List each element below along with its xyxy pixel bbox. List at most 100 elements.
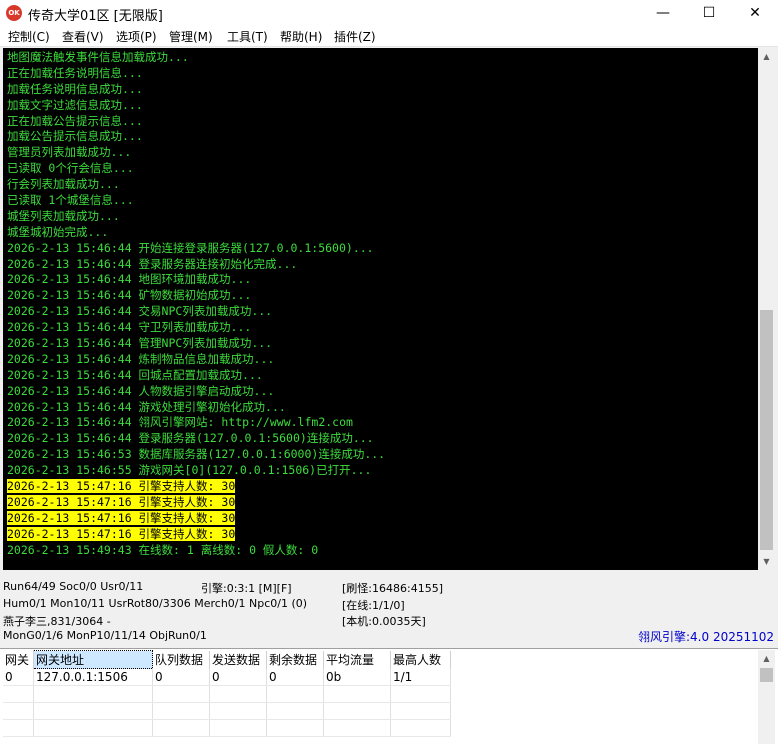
- log-line-text: 地图魔法触发事件信息加载成功...: [7, 50, 189, 64]
- log-line-text: 行会列表加载成功...: [7, 177, 120, 192]
- log-line-text: 2026-2-13 15:49:43 在线数: 1 离线数: 0 假人数: 0: [7, 542, 319, 557]
- col-gateway-address[interactable]: 网关地址: [33, 650, 153, 669]
- log-line: 2026-2-13 15:46:44 开始连接登录服务器(127.0.0.1:5…: [7, 241, 758, 257]
- log-line: 正在加载任务说明信息...: [7, 66, 758, 82]
- minimize-button[interactable]: —: [640, 0, 686, 26]
- status-mong: MonG0/1/6 MonP10/11/14 ObjRun0/1: [3, 629, 207, 642]
- table-row[interactable]: 0 127.0.0.1:1506 0 0 0 0b 1/1: [3, 668, 451, 686]
- status-monster: [刷怪:16486:4155]: [342, 582, 443, 595]
- menu-options[interactable]: 选项(P): [116, 28, 157, 45]
- status-player: 燕子李三,831/3064 -: [3, 615, 111, 628]
- cell-max-users: 1/1: [390, 668, 451, 686]
- log-line-text: 加载文字过滤信息成功...: [7, 97, 143, 112]
- window-title: 传奇大学01区 [无限版]: [28, 9, 163, 24]
- scroll-up-icon[interactable]: ▲: [758, 48, 775, 65]
- col-gateway[interactable]: 网关: [3, 650, 34, 669]
- gateway-table: 网关 网关地址 队列数据 发送数据 剩余数据 平均流量 最高人数 0 127.0…: [3, 650, 451, 737]
- status-run: Run64/49 Soc0/0 Usr0/11: [3, 580, 144, 593]
- menu-bar: 控制(C) 查看(V) 选项(P) 管理(M) 工具(T) 帮助(H) 插件(Z…: [0, 26, 778, 47]
- cell-traffic: 0b: [323, 668, 391, 686]
- log-line: 加载文字过滤信息成功...: [7, 98, 758, 114]
- log-line: 2026-2-13 15:46:44 登录服务器连接初始化完成...: [7, 257, 758, 273]
- log-line-text: 城堡列表加载成功...: [7, 208, 120, 223]
- log-line: 2026-2-13 15:46:55 游戏网关[0](127.0.0.1:150…: [7, 463, 758, 479]
- log-line-text: 2026-2-13 15:47:16 引擎支持人数: 30: [7, 494, 236, 509]
- status-panel: Run64/49 Soc0/0 Usr0/11 引擎:0:3:1 [M][F] …: [0, 574, 778, 646]
- log-line-text: 加载公告提示信息成功...: [7, 129, 143, 144]
- log-line-text: 2026-2-13 15:46:44 回城点配置加载成功...: [7, 367, 263, 382]
- scroll-up-icon[interactable]: ▲: [758, 650, 775, 667]
- log-line: 2026-2-13 15:46:44 翎风引擎网站: http://www.lf…: [7, 415, 758, 431]
- scroll-thumb[interactable]: [760, 310, 773, 550]
- log-line: 加载公告提示信息成功...: [7, 129, 758, 145]
- col-max-users[interactable]: 最高人数: [390, 650, 451, 669]
- table-row-empty: [3, 702, 451, 720]
- status-hum: Hum0/1 Mon10/11 UsrRot80/3306 Merch0/1 N…: [3, 597, 308, 610]
- table-row-empty: [3, 719, 451, 737]
- log-line-text: 2026-2-13 15:46:44 登录服务器连接初始化完成...: [7, 256, 298, 271]
- log-line-text: 2026-2-13 15:47:16 引擎支持人数: 30: [7, 479, 236, 494]
- log-line: 2026-2-13 15:46:44 地图环境加载成功...: [7, 272, 758, 288]
- menu-control[interactable]: 控制(C): [8, 28, 50, 45]
- maximize-button[interactable]: ☐: [686, 0, 732, 26]
- gateway-list[interactable]: 网关 网关地址 队列数据 发送数据 剩余数据 平均流量 最高人数 0 127.0…: [0, 648, 778, 745]
- cell-address: 127.0.0.1:1506: [33, 668, 153, 686]
- menu-manage[interactable]: 管理(M): [169, 28, 213, 45]
- log-line-text: 2026-2-13 15:46:44 翎风引擎网站: http://www.lf…: [7, 415, 353, 430]
- log-line-text: 2026-2-13 15:46:44 炼制物品信息加载成功...: [7, 351, 275, 366]
- log-console[interactable]: 地图魔法触发事件信息加载成功... 正在加载任务说明信息... 加载任务说明信息成功…: [3, 48, 758, 570]
- log-line: 行会列表加载成功...: [7, 177, 758, 193]
- table-row-empty: [3, 685, 451, 703]
- status-local: [本机:0.0035天]: [342, 615, 426, 628]
- cell-gateway: 0: [3, 668, 34, 686]
- log-line: 已读取 1个城堡信息...: [7, 193, 758, 209]
- log-line-text: 2026-2-13 15:46:53 数据库服务器(127.0.0.1:6000…: [7, 447, 386, 462]
- col-remaining-data[interactable]: 剩余数据: [266, 650, 324, 669]
- log-line-text: 2026-2-13 15:47:16 引擎支持人数: 30: [7, 526, 236, 541]
- col-avg-traffic[interactable]: 平均流量: [323, 650, 391, 669]
- menu-plugins[interactable]: 插件(Z): [334, 28, 376, 45]
- status-online: [在线:1/1/0]: [342, 599, 405, 612]
- scroll-thumb[interactable]: [760, 668, 773, 682]
- col-queue-data[interactable]: 队列数据: [152, 650, 210, 669]
- log-line-text: 城堡城初始完成...: [7, 224, 109, 239]
- log-line: 2026-2-13 15:46:44 炼制物品信息加载成功...: [7, 352, 758, 368]
- log-line: 加载任务说明信息成功...: [7, 82, 758, 98]
- gateway-scrollbar[interactable]: ▲: [758, 650, 775, 744]
- log-line: 正在加载公告提示信息...: [7, 114, 758, 130]
- menu-view[interactable]: 查看(V): [62, 28, 104, 45]
- menu-help[interactable]: 帮助(H): [280, 28, 322, 45]
- log-line-text: 2026-2-13 15:46:44 管理NPC列表加载成功...: [7, 336, 273, 351]
- col-send-data[interactable]: 发送数据: [209, 650, 267, 669]
- log-line-text: 2026-2-13 15:47:16 引擎支持人数: 30: [7, 510, 236, 525]
- log-line: 2026-2-13 15:47:16 引擎支持人数: 30: [7, 510, 758, 527]
- log-line-text: 正在加载任务说明信息...: [7, 65, 143, 80]
- log-line-text: 2026-2-13 15:46:44 守卫列表加载成功...: [7, 320, 252, 335]
- log-line: 城堡城初始完成...: [7, 225, 758, 241]
- cell-send: 0: [209, 668, 267, 686]
- cell-remaining: 0: [266, 668, 324, 686]
- log-line: 2026-2-13 15:46:44 回城点配置加载成功...: [7, 368, 758, 384]
- scroll-down-icon[interactable]: ▼: [758, 553, 775, 570]
- log-line: 2026-2-13 15:46:44 游戏处理引擎初始化成功...: [7, 400, 758, 416]
- log-line-text: 2026-2-13 15:46:44 人物数据引擎启动成功...: [7, 383, 275, 398]
- log-line-text: 已读取 1个城堡信息...: [7, 193, 134, 208]
- app-icon: OK: [6, 5, 22, 21]
- log-line-text: 2026-2-13 15:46:44 登录服务器(127.0.0.1:5600)…: [7, 431, 374, 446]
- log-line-text: 管理员列表加载成功...: [7, 145, 132, 160]
- log-line-text: 已读取 0个行会信息...: [7, 161, 134, 176]
- menu-tools[interactable]: 工具(T): [227, 28, 268, 45]
- close-button[interactable]: ✕: [732, 0, 778, 26]
- log-line-text: 正在加载公告提示信息...: [7, 113, 143, 128]
- log-line: 2026-2-13 15:46:44 交易NPC列表加载成功...: [7, 304, 758, 320]
- log-line: 2026-2-13 15:46:44 人物数据引擎启动成功...: [7, 384, 758, 400]
- log-line-text: 加载任务说明信息成功...: [7, 81, 143, 96]
- log-scrollbar[interactable]: ▲ ▼: [758, 48, 775, 570]
- log-line: 管理员列表加载成功...: [7, 145, 758, 161]
- log-line: 地图魔法触发事件信息加载成功...: [7, 50, 758, 66]
- log-line: 2026-2-13 15:47:16 引擎支持人数: 30: [7, 479, 758, 495]
- log-line: 2026-2-13 15:46:44 矿物数据初始成功...: [7, 288, 758, 304]
- log-line-text: 2026-2-13 15:46:44 游戏处理引擎初始化成功...: [7, 399, 286, 414]
- log-line: 已读取 0个行会信息...: [7, 161, 758, 177]
- log-line-text: 2026-2-13 15:46:44 交易NPC列表加载成功...: [7, 304, 273, 319]
